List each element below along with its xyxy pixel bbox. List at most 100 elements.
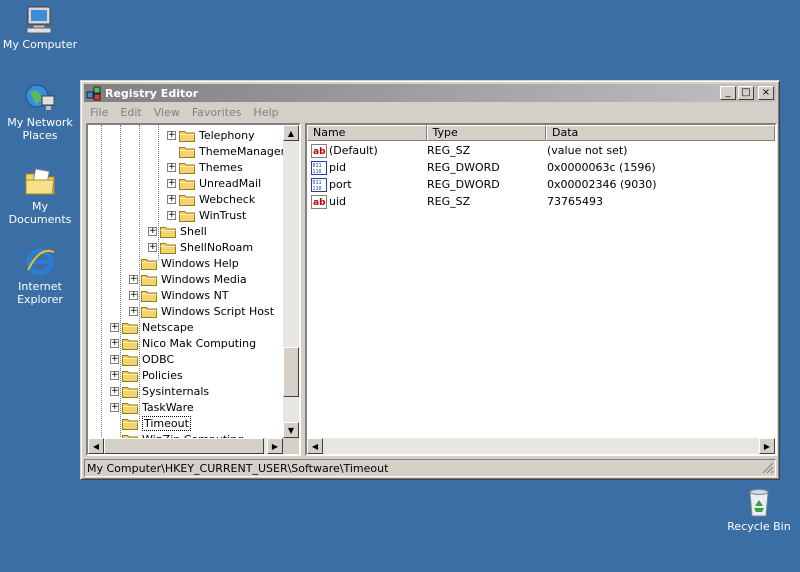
expand-toggle[interactable]: + [167,194,176,204]
folder-icon [141,290,157,302]
close-icon: × [761,87,771,98]
tree-item[interactable]: + Netscape [110,319,194,335]
value-name: pid [329,161,347,174]
value-row[interactable]: 011 110 pid REG_DWORD 0x0000063c (1596) [307,159,775,176]
scroll-thumb[interactable] [104,438,264,454]
tree-item[interactable]: + Shell [148,223,207,239]
expand-toggle[interactable]: + [110,338,119,348]
tree-vertical-scrollbar[interactable]: ▲ ▼ [283,125,299,438]
desktop-icon-network-places[interactable]: My Network Places [0,82,80,142]
tree-item[interactable]: + TaskWare [110,399,194,415]
desktop-icon-recycle-bin[interactable]: Recycle Bin [719,486,799,533]
tree-item[interactable]: + Windows NT [129,287,229,303]
scroll-right-button[interactable]: ▶ [267,438,283,454]
string-value-icon: ab [311,143,327,158]
value-type: REG_DWORD [427,161,500,174]
expand-toggle[interactable]: + [148,226,157,236]
scroll-down-button[interactable]: ▼ [283,422,299,438]
tree-item[interactable]: + Telephony [167,127,255,143]
value-row[interactable]: 011 110 port REG_DWORD 0x00002346 (9030) [307,176,775,193]
tree-item[interactable]: + Sysinternals [110,383,209,399]
value-row[interactable]: ab uid REG_SZ 73765493 [307,193,775,210]
expand-toggle[interactable]: + [110,354,119,364]
title-bar[interactable]: Registry Editor _ □ × [84,84,776,102]
minimize-button[interactable]: _ [720,86,736,100]
tree-connector-line [158,125,159,260]
menu-edit[interactable]: Edit [114,106,147,119]
scroll-left-button[interactable]: ◀ [307,438,323,454]
tree-item[interactable]: + WinTrust [167,207,246,223]
svg-text:ab: ab [313,147,326,157]
menu-view[interactable]: View [148,106,186,119]
menu-help[interactable]: Help [248,106,285,119]
folder-icon [122,402,138,414]
resize-grip-icon[interactable] [762,462,774,474]
folder-icon [122,322,138,334]
expand-toggle[interactable]: + [129,290,138,300]
expand-toggle[interactable]: + [129,306,138,316]
folder-icon [179,162,195,174]
desktop-icon-my-documents[interactable]: My Documents [0,166,80,226]
dword-value-icon: 011110 [311,160,327,175]
minimize-icon: _ [725,87,731,98]
menu-favorites[interactable]: Favorites [186,106,248,119]
expand-toggle[interactable]: + [148,242,157,252]
tree-item[interactable]: + Windows Media [129,271,247,287]
column-header-data[interactable]: Data [546,125,775,141]
tree-item[interactable]: + Windows Script Host [129,303,274,319]
tree-view: + Telephony ThemeManager + Themes + UnreadMail… [88,125,283,438]
folder-icon [122,354,138,366]
recycle-bin-icon [749,489,769,517]
expand-toggle[interactable]: + [110,386,119,396]
values-horizontal-scrollbar[interactable]: ◀ ▶ [307,438,775,454]
registry-editor-icon [86,86,101,101]
tree-item[interactable]: + Nico Mak Computing [110,335,256,351]
scroll-thumb[interactable] [283,347,299,397]
expand-toggle[interactable]: + [167,210,176,220]
desktop-icon-label: My Network Places [7,116,73,142]
column-header-name[interactable]: Name [307,125,427,141]
menu-file[interactable]: File [84,106,114,119]
expand-toggle[interactable]: + [110,322,119,332]
registry-values-pane[interactable]: Name Type Data ab (Default) REG_SZ (value n… [305,123,777,456]
scroll-up-button[interactable]: ▲ [283,125,299,141]
value-type: REG_DWORD [427,178,500,191]
desktop-icon-my-computer[interactable]: My Computer [0,4,80,51]
expand-toggle[interactable]: + [167,130,176,140]
value-row[interactable]: ab (Default) REG_SZ (value not set) [307,142,775,159]
close-button[interactable]: × [758,86,774,100]
registry-tree-pane[interactable]: + Telephony ThemeManager + Themes + UnreadMail… [86,123,301,456]
expand-toggle[interactable]: + [167,178,176,188]
tree-item-label: Policies [142,368,183,382]
expand-toggle[interactable]: + [110,402,119,412]
tree-connector-line [120,125,121,438]
expand-toggle[interactable]: + [129,274,138,284]
tree-item[interactable]: ThemeManager [167,143,283,159]
tree-item-label: Windows Help [161,256,239,270]
tree-horizontal-scrollbar[interactable]: ◀ ▶ [88,438,283,454]
tree-item[interactable]: + UnreadMail [167,175,261,191]
expand-toggle[interactable]: + [167,162,176,172]
scroll-left-button[interactable]: ◀ [88,438,104,454]
expand-toggle[interactable]: + [110,370,119,380]
tree-item[interactable]: + Webcheck [167,191,255,207]
tree-item[interactable]: + ShellNoRoam [148,239,253,255]
tree-item-label: Windows Media [161,272,247,286]
maximize-button[interactable]: □ [738,86,754,100]
tree-item-label: Windows NT [161,288,229,302]
list-header: Name Type Data [307,125,775,141]
scroll-right-button[interactable]: ▶ [759,438,775,454]
column-header-type[interactable]: Type [426,125,546,141]
tree-item[interactable]: + Themes [167,159,243,175]
tree-item[interactable]: Timeout [110,415,191,431]
tree-item[interactable]: WinZip Computing [110,431,244,438]
tree-item-label: Telephony [199,128,255,142]
tree-item-label: Windows Script Host [161,304,275,318]
desktop-icon-label: Internet Explorer [17,280,63,306]
folder-icon [179,210,195,222]
tree-item[interactable]: Windows Help [129,255,239,271]
desktop-icon-label: My Documents [8,200,72,226]
value-data: 0x0000063c (1596) [547,161,656,174]
desktop-icon-internet-explorer[interactable]: Internet Explorer [0,246,80,306]
tree-item-label: Webcheck [199,192,256,206]
